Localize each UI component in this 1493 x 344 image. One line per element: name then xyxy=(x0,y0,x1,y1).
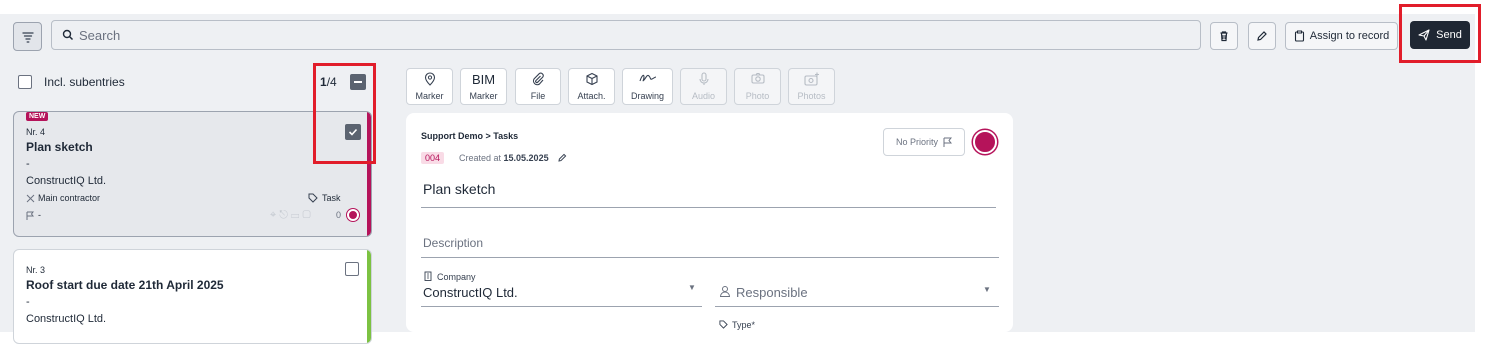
status-color-picker[interactable] xyxy=(973,130,997,154)
tab-bim-marker[interactable]: BIM Marker xyxy=(460,68,507,105)
comment-count: 0 xyxy=(336,210,342,220)
tools-icon xyxy=(26,194,35,203)
company-label: Company xyxy=(437,272,476,282)
tab-photo[interactable]: Photo xyxy=(734,68,781,105)
pencil-icon xyxy=(1257,31,1267,41)
priority-label: No Priority xyxy=(895,137,938,147)
tag-icon xyxy=(719,320,728,329)
camera-icon xyxy=(750,72,765,84)
title-underline xyxy=(421,207,996,208)
task-tag: Task xyxy=(322,193,341,203)
building-icon xyxy=(424,271,432,281)
status-stripe xyxy=(367,250,371,343)
responsible-underline xyxy=(715,306,999,307)
edit-date-icon[interactable] xyxy=(558,153,567,162)
created-date: 15.05.2025 xyxy=(503,153,549,163)
chevron-down-icon[interactable]: ▼ xyxy=(983,285,991,294)
microphone-icon xyxy=(698,72,709,85)
trash-icon xyxy=(1220,31,1228,42)
incl-subentries-label: Incl. subentries xyxy=(44,75,125,89)
card-checkbox[interactable] xyxy=(345,262,359,276)
send-label: Send xyxy=(1436,29,1462,41)
location-pin-icon xyxy=(424,72,435,86)
page-current: 1 xyxy=(320,75,327,89)
edit-button[interactable] xyxy=(1248,22,1276,50)
task-card[interactable]: NEW Nr. 4 Plan sketch - ConstructIQ Ltd.… xyxy=(13,111,372,237)
task-dash: - xyxy=(26,158,30,170)
task-card[interactable]: Nr. 3 Roof start due date 21th April 202… xyxy=(13,249,372,344)
tab-photos[interactable]: Photos xyxy=(788,68,835,105)
task-company: ConstructIQ Ltd. xyxy=(26,313,107,325)
description-underline xyxy=(421,257,999,258)
search-input[interactable] xyxy=(79,21,1179,49)
search-icon xyxy=(62,29,74,41)
filter-icon xyxy=(21,31,34,43)
task-form: Support Demo > Tasks 004 Created at 15.0… xyxy=(406,113,1013,332)
tab-label: Photo xyxy=(745,91,770,101)
status-dot xyxy=(347,209,359,221)
tab-drawing[interactable]: Drawing xyxy=(622,68,673,105)
created-at: Created at 15.05.2025 xyxy=(459,153,549,163)
page-total: /4 xyxy=(326,75,337,89)
company-underline xyxy=(421,306,702,307)
select-all-toggle[interactable] xyxy=(350,74,366,90)
priority-button[interactable]: No Priority xyxy=(883,128,965,156)
tab-file[interactable]: File xyxy=(515,68,561,105)
assign-to-record-label: Assign to record xyxy=(1309,30,1390,42)
add-photo-icon xyxy=(803,72,819,86)
checkmark-icon xyxy=(348,128,358,136)
cube-icon xyxy=(585,72,598,86)
flag-icon xyxy=(26,211,34,220)
task-role: Main contractor xyxy=(38,193,101,203)
tab-label: File xyxy=(530,91,546,101)
filter-button[interactable] xyxy=(13,22,42,51)
description-input[interactable]: Description xyxy=(423,236,483,250)
person-icon xyxy=(719,286,731,297)
card-checkbox[interactable] xyxy=(345,124,361,140)
minus-icon xyxy=(354,81,362,83)
task-number: Nr. 4 xyxy=(26,127,46,137)
task-priority: - xyxy=(38,210,41,220)
task-title: Roof start due date 21th April 2025 xyxy=(26,278,224,292)
task-number: Nr. 3 xyxy=(26,265,46,275)
delete-button[interactable] xyxy=(1210,22,1238,50)
tab-attach[interactable]: Attach. xyxy=(568,68,615,105)
assign-to-record-button[interactable]: Assign to record xyxy=(1285,22,1398,50)
send-button[interactable]: Send xyxy=(1410,21,1470,49)
id-badge: 004 xyxy=(421,152,445,164)
pagination: 1/4 xyxy=(320,75,337,89)
status-stripe xyxy=(367,112,371,236)
breadcrumb: Support Demo > Tasks xyxy=(421,131,519,141)
tab-label: Attach. xyxy=(577,91,606,101)
attachment-icons: ⌖ ⎋ ▭ ▢ xyxy=(270,209,311,221)
paper-plane-icon xyxy=(1418,29,1430,41)
bim-icon: BIM xyxy=(471,72,496,87)
responsible-select[interactable]: Responsible xyxy=(736,285,808,300)
task-dash: - xyxy=(26,296,30,308)
tab-label: Marker xyxy=(469,91,498,101)
search-bar xyxy=(51,20,1201,50)
chevron-down-icon[interactable]: ▼ xyxy=(688,283,696,292)
incl-subentries-checkbox[interactable] xyxy=(18,75,32,89)
tab-label: Audio xyxy=(691,91,716,101)
tab-audio[interactable]: Audio xyxy=(680,68,727,105)
task-company: ConstructIQ Ltd. xyxy=(26,175,107,187)
created-prefix: Created at xyxy=(459,153,504,163)
signature-icon xyxy=(638,74,656,82)
company-select[interactable]: ConstructIQ Ltd. xyxy=(423,285,518,300)
task-title: Plan sketch xyxy=(26,140,93,154)
tab-marker[interactable]: Marker xyxy=(406,68,453,105)
title-input[interactable]: Plan sketch xyxy=(423,181,495,197)
paperclip-icon xyxy=(533,72,544,86)
tab-label: Marker xyxy=(415,91,444,101)
tag-icon xyxy=(308,193,318,203)
type-label: Type* xyxy=(732,320,756,330)
clipboard-icon xyxy=(1294,30,1304,42)
top-strip xyxy=(0,0,1493,14)
tab-label: Drawing xyxy=(630,91,664,101)
flag-icon xyxy=(943,137,952,147)
new-badge: NEW xyxy=(26,112,49,121)
tab-label: Photos xyxy=(797,91,826,101)
